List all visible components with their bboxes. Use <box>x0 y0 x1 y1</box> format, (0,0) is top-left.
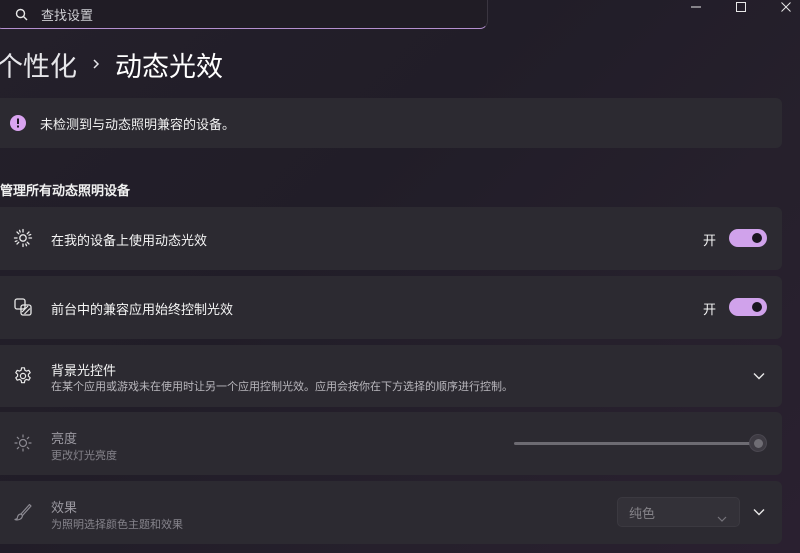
search-icon <box>15 7 29 21</box>
gear-icon <box>12 365 34 387</box>
setting-label: 背景光控件 <box>51 364 117 379</box>
brightness-slider-track <box>514 442 758 445</box>
maximize-button[interactable] <box>721 0 761 14</box>
effect-select[interactable]: 纯色 <box>617 497 740 527</box>
brightness-slider-thumb[interactable] <box>749 434 767 452</box>
foreground-apps-toggle[interactable] <box>729 298 767 316</box>
dynamic-lighting-toggle[interactable] <box>729 229 767 247</box>
toggle-knob <box>752 233 762 243</box>
setting-label: 亮度 <box>51 432 78 447</box>
setting-description: 更改灯光亮度 <box>51 449 117 462</box>
brightness-sun-icon <box>12 227 34 249</box>
chevron-down-icon[interactable] <box>750 503 768 521</box>
setting-foreground-apps[interactable]: 前台中的兼容应用始终控制光效 开 <box>0 276 782 339</box>
close-button[interactable] <box>766 0 800 14</box>
setting-description: 为照明选择颜色主题和效果 <box>51 518 183 531</box>
brightness-icon <box>12 432 34 454</box>
layered-apps-icon <box>12 296 34 318</box>
toggle-state-text: 开 <box>703 303 717 318</box>
search-input[interactable]: 查找设置 <box>41 5 93 24</box>
setting-background-control[interactable]: 背景光控件 在某个应用或游戏未在使用时让另一个应用控制光效。应用会按你在下方选择… <box>0 345 782 407</box>
breadcrumb: 个性化 动态光效 <box>0 44 223 84</box>
setting-label: 前台中的兼容应用始终控制光效 <box>51 303 234 318</box>
toggle-state-text: 开 <box>703 234 717 249</box>
minimize-button[interactable] <box>676 0 716 14</box>
breadcrumb-parent[interactable]: 个性化 <box>0 45 77 84</box>
brush-icon <box>12 501 34 523</box>
chevron-down-icon[interactable] <box>750 367 768 385</box>
section-title: 管理所有动态照明设备 <box>0 184 131 199</box>
chevron-right-icon <box>91 57 101 71</box>
info-text: 未检测到与动态照明兼容的设备。 <box>40 117 236 133</box>
chevron-down-icon <box>717 507 727 526</box>
info-icon <box>10 115 26 131</box>
search-box[interactable]: 查找设置 <box>0 0 488 29</box>
page-title: 动态光效 <box>115 51 223 83</box>
close-icon <box>781 2 791 12</box>
setting-dynamic-lighting[interactable]: 在我的设备上使用动态光效 开 <box>0 207 782 270</box>
setting-label: 在我的设备上使用动态光效 <box>51 234 208 249</box>
setting-brightness: 亮度 更改灯光亮度 <box>0 412 782 475</box>
toggle-knob <box>752 302 762 312</box>
info-bar: 未检测到与动态照明兼容的设备。 <box>0 98 782 148</box>
minimize-icon <box>691 6 701 8</box>
setting-label: 效果 <box>51 501 78 516</box>
setting-effects: 效果 为照明选择颜色主题和效果 纯色 <box>0 481 782 544</box>
maximize-icon <box>736 2 746 12</box>
setting-description: 在某个应用或游戏未在使用时让另一个应用控制光效。应用会按你在下方选择的顺序进行控… <box>51 380 513 393</box>
effect-select-value: 纯色 <box>629 506 656 522</box>
